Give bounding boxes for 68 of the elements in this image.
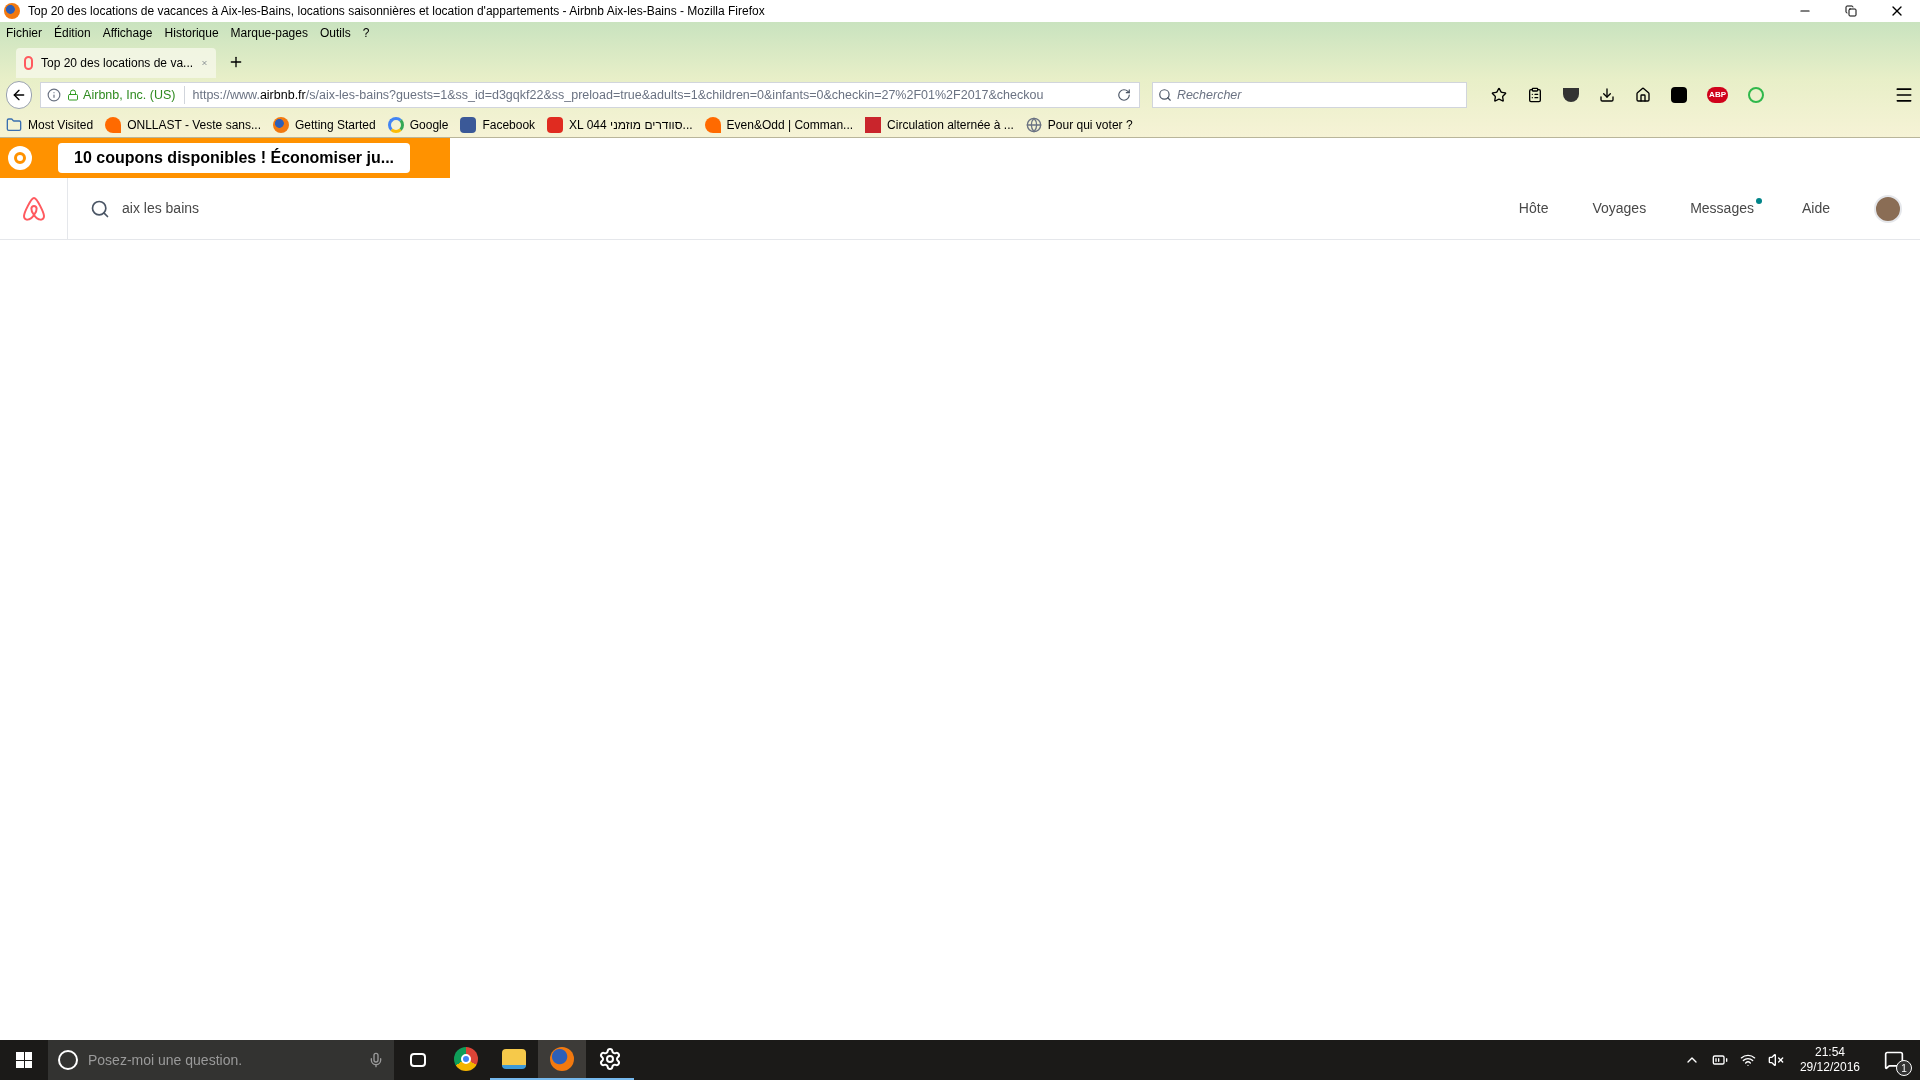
nav-link[interactable]: Voyages: [1592, 198, 1647, 219]
bookmark-item[interactable]: Facebook: [460, 115, 536, 134]
bookmark-icon: [547, 116, 564, 133]
firefox-icon: [273, 116, 289, 133]
firefox-icon: [550, 1047, 574, 1071]
microphone-icon[interactable]: [368, 1052, 384, 1068]
bookmark-item[interactable]: Getting Started: [273, 115, 376, 134]
menu-icon[interactable]: [1894, 85, 1914, 105]
battery-icon[interactable]: [1711, 1052, 1728, 1068]
bookmark-item[interactable]: Circulation alternée à ...: [865, 115, 1014, 134]
firefox-icon: [4, 3, 20, 19]
bookmark-icon: [704, 116, 721, 133]
bookmark-item[interactable]: Even&Odd | Comman...: [704, 115, 854, 134]
menu-item[interactable]: ?: [362, 24, 370, 42]
bookmark-star-icon[interactable]: [1491, 87, 1508, 103]
bookmark-item[interactable]: ONLLAST - Veste sans...: [105, 115, 261, 134]
folder-icon: [6, 116, 22, 133]
clock[interactable]: 21:54 29/12/2016: [1795, 1045, 1864, 1075]
avatar[interactable]: [1874, 194, 1902, 223]
reading-list-icon[interactable]: [1527, 87, 1544, 103]
home-icon[interactable]: [1635, 87, 1652, 103]
search-field[interactable]: Rechercher: [1151, 82, 1468, 108]
menu-item[interactable]: Outils: [319, 24, 351, 42]
search-icon: [90, 198, 110, 219]
search-icon: [1157, 88, 1172, 102]
nav-link[interactable]: Aide: [1801, 198, 1830, 219]
reload-icon[interactable]: [1116, 88, 1131, 102]
adblock-badge[interactable]: ABP: [1707, 87, 1728, 103]
download-icon[interactable]: [1599, 87, 1616, 103]
site-identity: Airbnb, Inc. (US): [83, 85, 185, 105]
bookmark-item[interactable]: Google: [387, 115, 449, 134]
coupon-logo-icon: [8, 146, 32, 170]
muted-speaker-icon[interactable]: [1767, 1052, 1784, 1068]
info-icon: [47, 88, 62, 102]
taskbar-search-field[interactable]: Posez-moi une question.: [48, 1040, 394, 1080]
address-bar[interactable]: Airbnb, Inc. (US) https://www.airbnb.fr/s/aix-les-bains?guests=1&ss_id=d3gqkf22&ss_preload=true&adults=1&children=0&infants=0&checkin=27%2F01%2F2017&checkou: [40, 82, 1140, 108]
bookmark-item[interactable]: Most Visited: [6, 115, 94, 134]
action-center-button[interactable]: 1: [1876, 1042, 1912, 1078]
lock-icon: [67, 89, 80, 101]
nav-link[interactable]: Messages: [1690, 198, 1758, 219]
airbnb-logo[interactable]: [20, 194, 47, 223]
new-tab-icon[interactable]: [228, 54, 244, 70]
nav-link[interactable]: Hôte: [1518, 198, 1549, 219]
menu-item[interactable]: Marque-pages: [230, 24, 308, 42]
bookmark-item[interactable]: XL 044 סוודרים מוזמני...: [547, 115, 693, 134]
menu-item[interactable]: Historique: [164, 24, 219, 42]
wifi-icon[interactable]: [1739, 1052, 1756, 1068]
menu-item[interactable]: Édition: [54, 24, 91, 42]
settings-icon: [598, 1047, 622, 1071]
google-icon: [387, 116, 404, 133]
chrome-icon: [454, 1047, 478, 1071]
menu-item[interactable]: Affichage: [102, 24, 153, 42]
restore-icon: [1845, 5, 1857, 17]
notification-icon: [1884, 1050, 1904, 1070]
globe-icon: [1025, 116, 1042, 133]
menu-item[interactable]: Fichier: [6, 24, 42, 42]
bookmark-icon: [105, 116, 122, 133]
url-text: https://www.airbnb.fr/s/aix-les-bains?guests=1&ss_id=d3gqkf22&ss_preload=true&adults=1&children=0&infants=0&checkin=27%2F01%2F2017&checkou: [192, 86, 1044, 104]
browser-tab[interactable]: Top 20 des locations de va...: [16, 48, 216, 78]
window-title: Top 20 des locations de vacances à Aix-les-Bains, locations saisonnières et location d'appartements - Airbnb Aix-les-Bains - Mozilla Firefox: [28, 3, 765, 20]
back-button[interactable]: [6, 81, 33, 109]
bookmark-item[interactable]: Pour qui voter ?: [1025, 115, 1133, 134]
cortana-icon: [58, 1050, 78, 1070]
notification-count: 1: [1896, 1060, 1912, 1076]
facebook-icon: [460, 116, 477, 133]
folder-icon: [502, 1049, 526, 1069]
coupon-button[interactable]: 10 coupons disponibles ! Économiser ju...: [58, 143, 411, 173]
site-search-field[interactable]: aix les bains: [122, 198, 490, 219]
